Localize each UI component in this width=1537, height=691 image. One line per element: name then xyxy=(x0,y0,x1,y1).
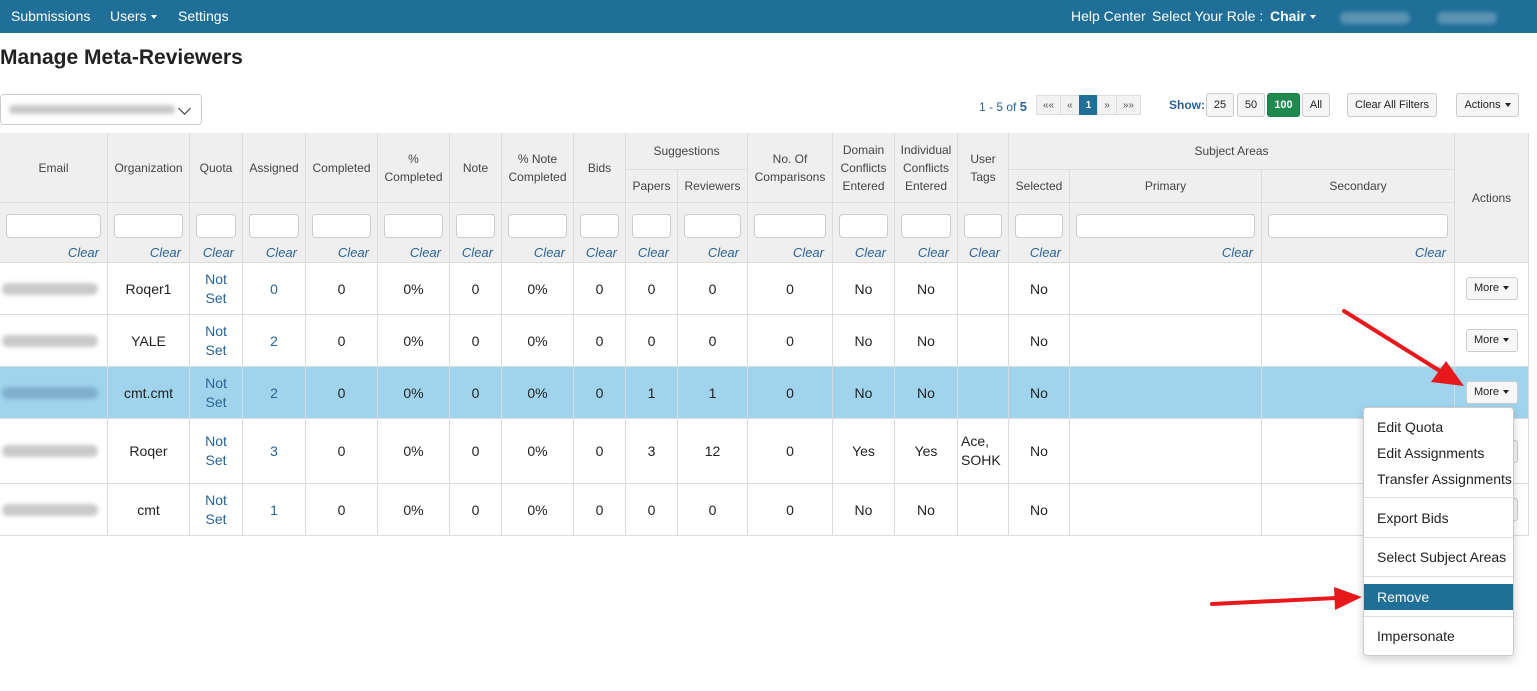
annotation-arrows xyxy=(1210,309,1464,610)
annotation-arrow-to-more xyxy=(1342,309,1464,386)
annotation-arrow-to-remove xyxy=(1210,587,1362,610)
